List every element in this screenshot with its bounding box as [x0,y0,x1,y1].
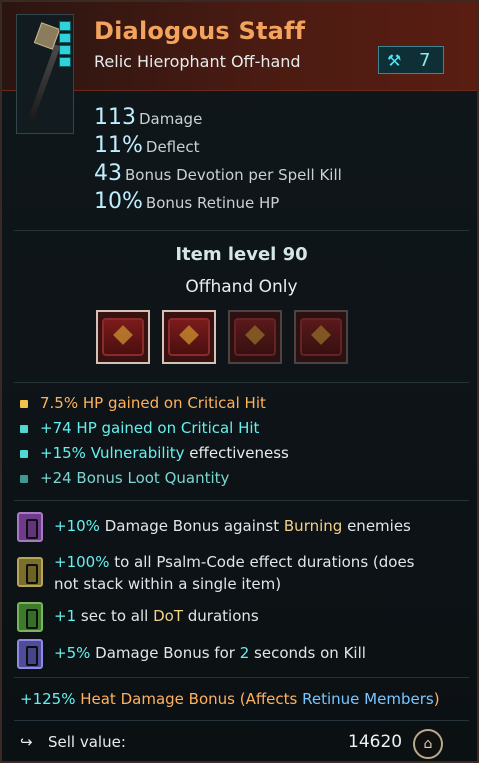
mod-row: +5% Damage Bonus for 2 seconds on Kill [54,642,366,664]
credits-icon: ⌂ [413,729,443,759]
stat-label: Bonus Devotion per Spell Kill [125,166,342,184]
relic-book-icon [234,318,276,356]
affix-text: +24 Bonus Loot Quantity [40,469,230,487]
stat-row-deflect: 11% Deflect [94,132,342,160]
relic-book-icon [300,318,342,356]
mod-row: +10% Damage Bonus against Burning enemie… [54,515,411,537]
affix-text: 7.5% HP gained on Critical Hit [40,394,266,412]
item-badge: ⚒ 7 [378,46,444,74]
item-type: Relic Hierophant Off-hand [94,52,301,71]
divider [14,382,469,383]
mod-keyword: 2 [239,644,250,662]
heat-bonus-text: Heat Damage Bonus (Affects [80,690,298,708]
item-tooltip: Dialogous Staff Relic Hierophant Off-han… [0,0,479,763]
socket-slot-2[interactable] [162,310,216,364]
badge-value: 7 [419,50,431,71]
psalm-code-mod-icon [17,602,43,632]
affix-bullet-icon [20,424,28,433]
mod-value: +10% [54,517,100,535]
psalm-code-mod-icon [17,512,43,542]
affix-text: effectiveness [189,444,289,462]
affix-bullet-icon [20,399,28,408]
stat-row-bonus-devotion: 43 Bonus Devotion per Spell Kill [94,160,342,188]
sell-label: Sell value: [48,733,126,751]
stat-label: Bonus Retinue HP [145,194,280,212]
affix-bullet-icon [20,449,28,458]
affix-highlight: Vulnerability [90,444,185,462]
slot-indicator [59,33,71,43]
mod-text: to all Psalm-Code effect durations (does [114,553,415,571]
sell-value: 14620 [348,732,403,752]
offhand-only-label: Offhand Only [185,277,298,297]
slot-indicator [59,57,71,67]
divider [14,230,469,231]
stat-value: 11% [94,133,143,158]
mod-text: enemies [347,517,411,535]
retinue-members-link[interactable]: Retinue Members [302,690,434,708]
slot-indicator [59,21,71,31]
sell-value-row: ↪ Sell value: [20,733,126,753]
stat-label: Damage [139,110,203,128]
mod-value: +100% [54,553,110,571]
affix-bullet-icon [20,474,28,483]
psalm-code-mod-icon [17,639,43,669]
mod-text: not stack within a single item) [54,575,282,593]
sell-arrow-icon: ↪ [20,733,33,751]
relic-book-icon [168,318,210,356]
psalm-code-mod-icon [17,557,43,587]
mod-text: Damage Bonus against [104,517,280,535]
mod-text: Damage Bonus for [95,644,235,662]
item-thumbnail [16,14,74,134]
staff-slot-indicators [59,21,71,67]
socket-slot-3[interactable] [228,310,282,364]
slot-indicator [59,45,71,55]
hammer-icon: ⚒ [387,51,402,70]
mod-value: +1 [54,607,77,625]
socket-row [96,310,348,364]
stat-row-retinue-hp: 10% Bonus Retinue HP [94,188,342,216]
stat-row-damage: 113 Damage [94,104,342,132]
mod-text: durations [187,607,259,625]
relic-book-icon [102,318,144,356]
divider [14,720,469,721]
item-level: Item level 90 [175,244,308,265]
stat-value: 43 [94,161,122,186]
mod-text: sec to all [80,607,149,625]
mod-text: seconds on Kill [254,644,366,662]
mod-keyword: DoT [153,607,183,625]
item-name: Dialogous Staff [94,17,306,45]
affix-row: 7.5% HP gained on Critical Hit [20,394,266,412]
heat-bonus-value: +125% [20,690,76,708]
staff-shaft-icon [27,44,61,122]
socket-slot-4[interactable] [294,310,348,364]
mod-row: +100% to all Psalm-Code effect durations… [54,551,415,595]
mod-row: +1 sec to all DoT durations [54,605,259,627]
affix-text: +15% [40,444,86,462]
affix-row: +15% Vulnerability effectiveness [20,444,289,462]
affix-row: +24 Bonus Loot Quantity [20,469,229,487]
stat-value: 10% [94,189,143,214]
affix-row: +74 HP gained on Critical Hit [20,419,259,437]
stat-label: Deflect [145,138,200,156]
heat-damage-bonus: +125% Heat Damage Bonus (Affects Retinue… [20,690,440,708]
item-stats: 113 Damage 11% Deflect 43 Bonus Devotion pe… [94,104,342,216]
socket-slot-1[interactable] [96,310,150,364]
mod-keyword: Burning [283,517,343,535]
heat-bonus-text: ) [433,690,440,708]
mod-value: +5% [54,644,91,662]
divider [14,500,469,501]
affix-text: +74 HP gained on Critical Hit [40,419,260,437]
stat-value: 113 [94,105,136,130]
divider [14,677,469,678]
